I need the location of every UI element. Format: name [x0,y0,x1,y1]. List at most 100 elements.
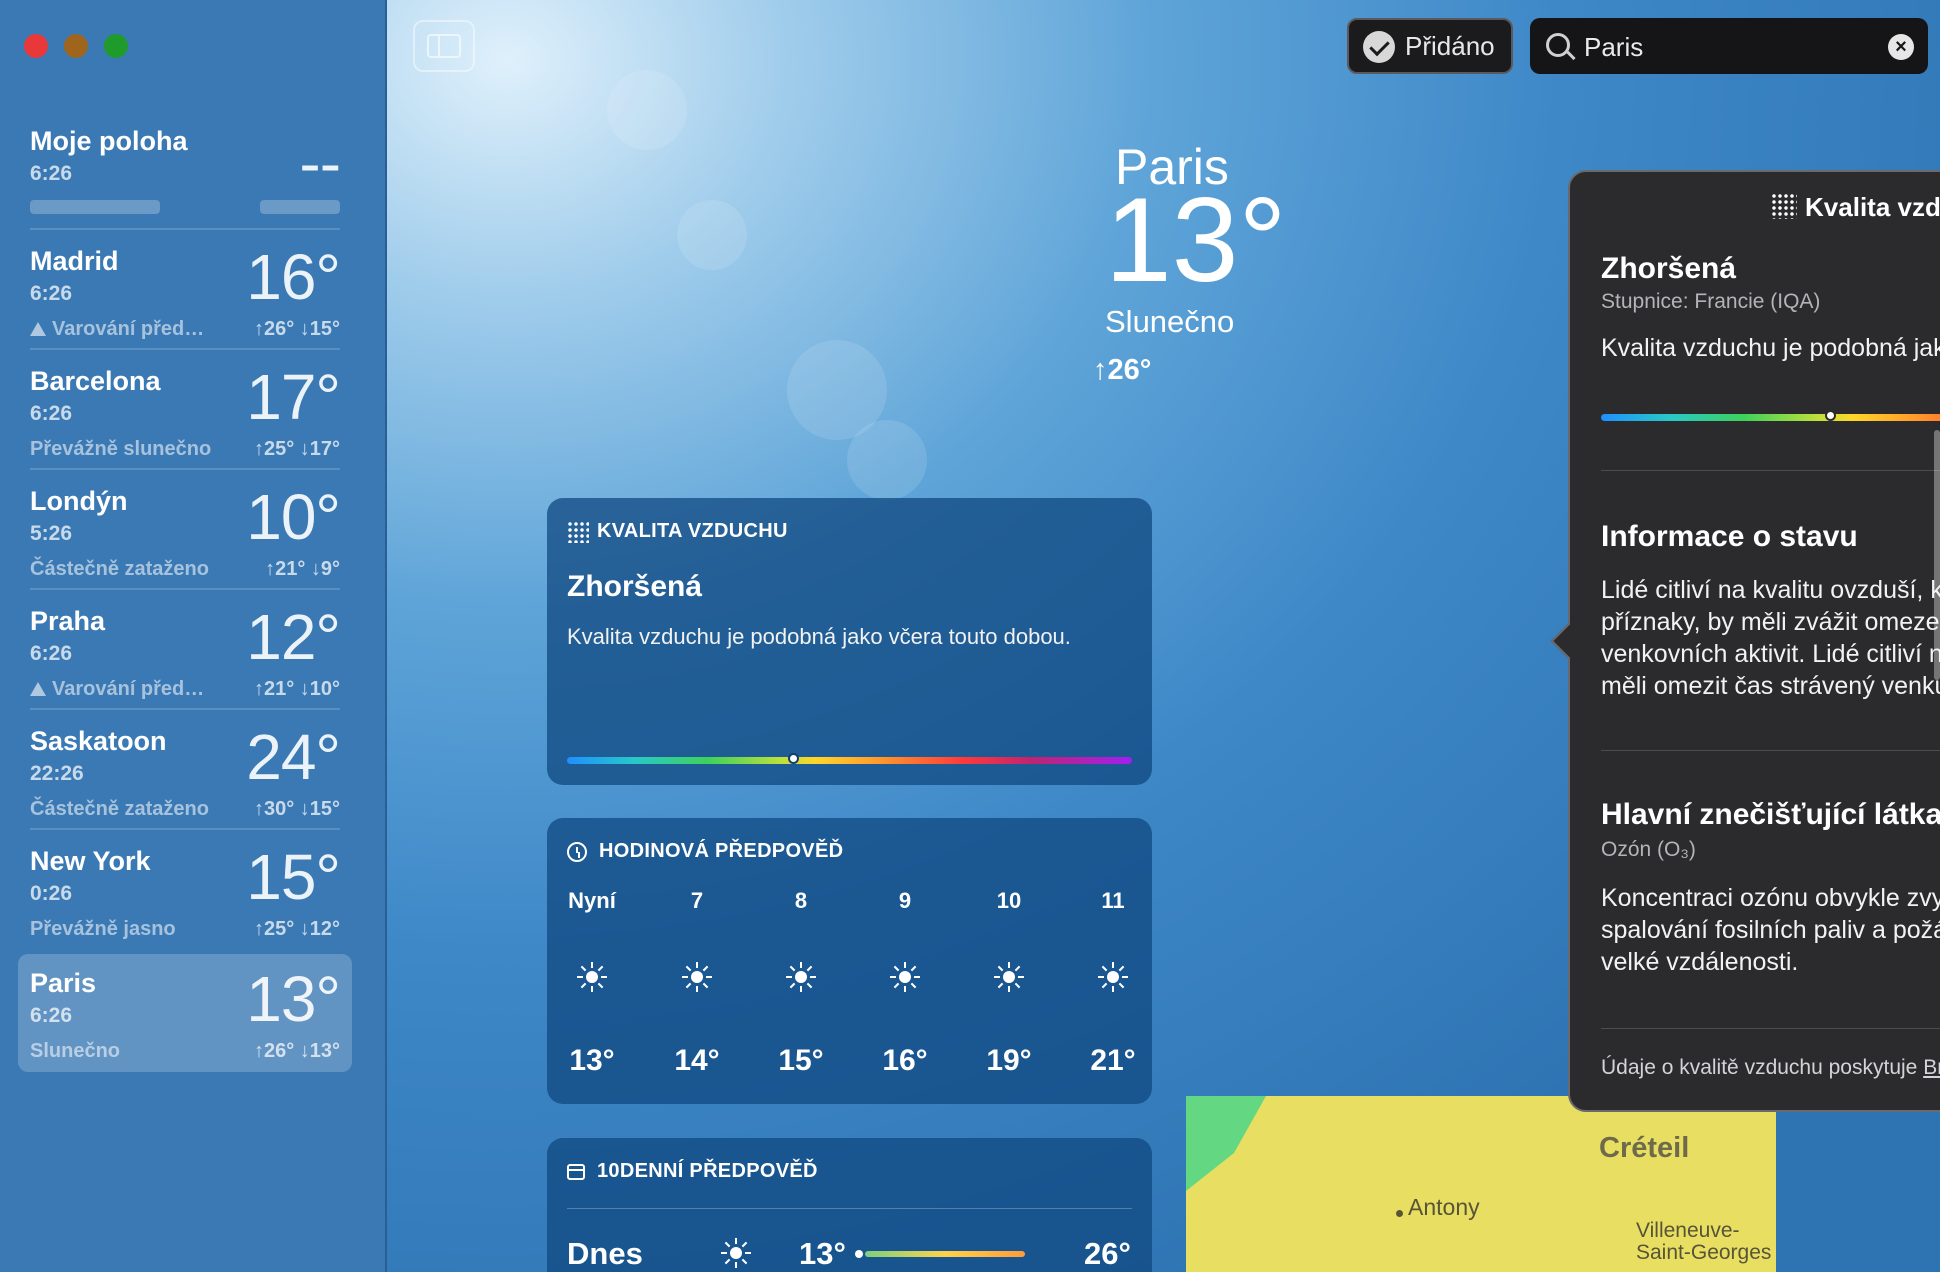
search-icon [1546,33,1570,57]
location-name: Moje poloha [30,126,188,156]
location-time: 6:26 [30,402,73,425]
warning-icon [30,682,46,696]
sidebar: Moje poloha 6:26 -- Madrid 6:26 16° Varo… [0,0,387,1272]
location-item-new-york[interactable]: New York 0:26 15° Převážně jasno ↑25° ↓1… [18,832,352,950]
footer-text: Údaje o kvalitě vzduchu poskytuje [1601,1056,1924,1079]
location-temp: 15° [246,841,341,913]
location-temp: 12° [246,601,341,673]
location-temp: 16° [246,241,341,313]
divider [1601,1028,1940,1029]
card-header-label: 10DENNÍ PŘEDPOVĚĎ [597,1160,818,1182]
air-quality-scale-bar [1601,410,1940,421]
clear-search-icon[interactable]: × [1888,34,1914,60]
map-good-zone [1186,1096,1266,1191]
popover-title-label: Kvalita vzduchu [1805,192,1940,222]
ten-day-forecast-card[interactable]: 10DENNÍ PŘEDPOVĚĎ Dnes 13° 26° [547,1138,1152,1272]
location-time: 6:26 [30,282,73,305]
day-label: Dnes [567,1236,643,1271]
sun-icon [994,962,1024,992]
divider [30,228,340,230]
card-header-label: HODINOVÁ PŘEDPOVĚĎ [599,840,844,862]
popover-status: Zhoršená [1601,252,1737,285]
sidebar-toggle-button[interactable] [413,20,475,72]
close-window-button[interactable] [24,34,48,58]
divider [30,708,340,710]
pollutant-text: Koncentraci ozónu obvykle zvyšuje doprav… [1601,884,1940,976]
hourly-forecast-card[interactable]: HODINOVÁ PŘEDPOVĚĎ Nyní 13° 7 14° 8 15° … [547,818,1152,1104]
hour-label: 7 [690,888,704,913]
location-item-barcelona[interactable]: Barcelona 6:26 17° Převážně slunečno ↑25… [18,352,352,470]
hour-temp: 19° [986,1044,1032,1077]
air-quality-card[interactable]: KVALITA VZDUCHU Zhoršená Kvalita vzduchu… [547,498,1152,785]
location-temp: 10° [246,481,341,553]
air-quality-level-marker [788,753,799,764]
card-header: 10DENNÍ PŘEDPOVĚĎ [567,1160,818,1183]
map-label: Villeneuve- Saint-Georges [1636,1220,1771,1264]
air-quality-status: Zhoršená [567,570,703,603]
breezometer-link[interactable]: BreezoMeter [1923,1056,1940,1079]
location-hilo: ↑25° ↓17° [253,438,340,460]
location-temp: 17° [246,361,341,433]
air-quality-level-marker [1825,410,1837,421]
sun-flare [607,70,687,150]
sun-icon [890,962,920,992]
info-text: Lidé citliví na kvalitu ovzduší, kteří z… [1601,576,1940,700]
location-item-my-location[interactable]: Moje poloha 6:26 -- [18,112,352,230]
hour-label: Nyní [568,888,616,913]
divider [1601,470,1940,471]
pollutant-name: Ozón (O₃) [1601,838,1696,861]
minimize-window-button[interactable] [64,34,88,58]
air-quality-scale-bar [567,753,1132,764]
scrollbar[interactable] [1934,430,1940,680]
map-label-line: Saint-Georges [1636,1241,1772,1264]
info-title: Informace o stavu [1601,520,1858,553]
location-name: Saskatoon [30,726,167,756]
location-condition-text: Varování před… [52,678,205,700]
day-low-temp: 13° [799,1236,846,1271]
search-input[interactable] [1582,28,1876,66]
location-time: 5:26 [30,522,73,545]
location-condition: Částečně zataženo [30,558,209,580]
card-header-label: KVALITA VZDUCHU [597,520,788,542]
air-quality-map[interactable]: Créteil Antony Villeneuve- Saint-Georges [1186,1096,1776,1272]
air-quality-icon [1771,193,1798,219]
location-temp: 24° [246,721,341,793]
location-hilo: ↑26° ↓13° [253,1040,340,1062]
location-name: New York [30,846,151,876]
popover-scale: Stupnice: Francie (IQA) [1601,290,1821,313]
checkmark-icon [1363,31,1395,63]
location-item-madrid[interactable]: Madrid 6:26 16° Varování před… ↑26° ↓15° [18,232,352,350]
loading-placeholder-bar [260,200,340,214]
sun-icon [786,962,816,992]
divider [567,1208,1132,1209]
sun-icon [577,962,607,992]
air-quality-description: Kvalita vzduchu je podobná jako včera to… [567,624,1071,649]
popover-description: Kvalita vzduchu je podobná jako včera to… [1601,334,1940,362]
day-high-temp: 26° [1084,1236,1131,1271]
location-condition: Varování před… [30,318,204,341]
map-label: Antony [1396,1194,1480,1220]
map-label: Créteil [1599,1132,1690,1164]
hour-temp: 15° [778,1044,824,1077]
main-content: Přidáno × Paris 13° Slunečno ↑26° KVALIT… [387,0,1940,1272]
location-item-prague[interactable]: Praha 6:26 12° Varování před… ↑21° ↓10° [18,592,352,710]
location-item-london[interactable]: Londýn 5:26 10° Částečně zataženo ↑21° ↓… [18,472,352,590]
added-button[interactable]: Přidáno [1347,18,1513,74]
zoom-window-button[interactable] [104,34,128,58]
sun-icon [682,962,712,992]
location-name: Madrid [30,246,119,276]
location-condition: Varování před… [30,678,204,701]
search-field[interactable]: × [1530,18,1928,74]
location-name: Paris [30,968,97,998]
hour-label: 11 [1101,888,1125,913]
location-item-paris[interactable]: Paris 6:26 13° Slunečno ↑26° ↓13° [18,954,352,1072]
location-hilo: ↑21° ↓9° [265,558,340,580]
location-time: 0:26 [30,882,73,905]
hour-label: 8 [794,888,808,913]
location-condition: Převážně slunečno [30,438,212,460]
location-temp: 13° [246,963,341,1035]
location-time: 6:26 [30,642,73,665]
sun-flare [847,420,927,500]
divider [30,468,340,470]
location-item-saskatoon[interactable]: Saskatoon 22:26 24° Částečně zataženo ↑3… [18,712,352,830]
